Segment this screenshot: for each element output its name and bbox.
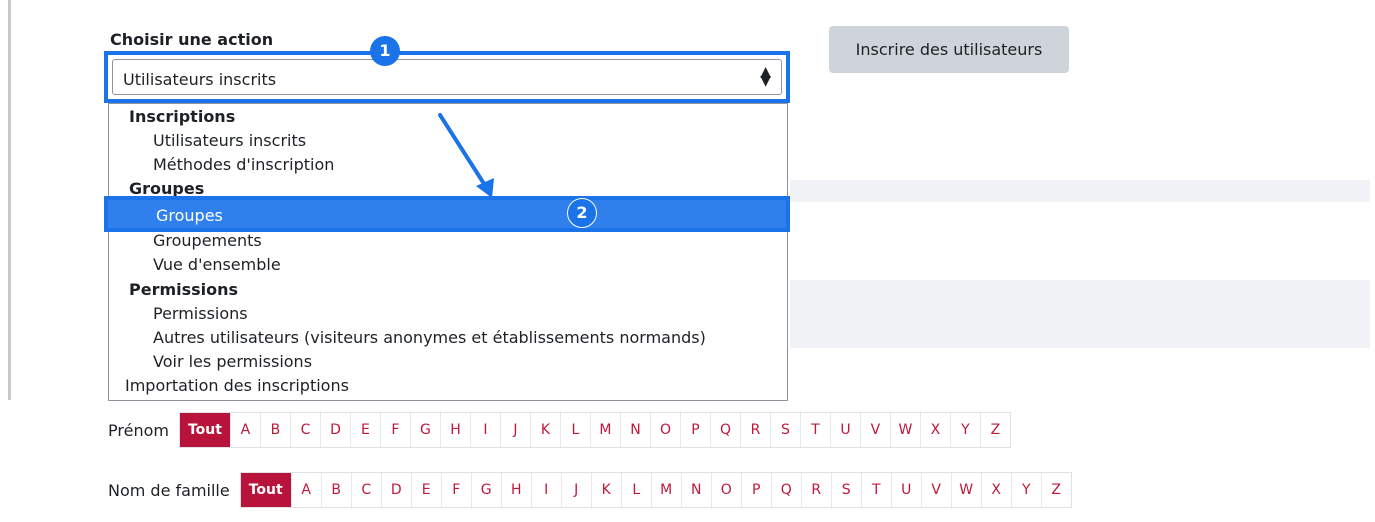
first-name-letter[interactable]: U (829, 413, 860, 447)
first-name-letter[interactable]: A (229, 413, 260, 447)
first-name-letter[interactable]: C (289, 413, 320, 447)
option-overview[interactable]: Vue d'ensemble (109, 253, 787, 277)
arrow-icon (438, 113, 494, 198)
first-name-letter[interactable]: T (799, 413, 830, 447)
last-name-letter[interactable]: P (740, 473, 771, 507)
first-name-letter[interactable]: D (319, 413, 350, 447)
enrol-users-button[interactable]: Inscrire des utilisateurs (829, 26, 1069, 73)
last-name-letter[interactable]: N (680, 473, 711, 507)
action-select-value: Utilisateurs inscrits (123, 70, 277, 89)
option-other-users[interactable]: Autres utilisateurs (visiteurs anonymes … (109, 326, 787, 350)
last-name-letter[interactable]: Q (770, 473, 801, 507)
first-name-letter[interactable]: K (529, 413, 560, 447)
first-name-letter[interactable]: S (769, 413, 800, 447)
last-name-letter[interactable]: I (530, 473, 561, 507)
last-name-letter[interactable]: D (380, 473, 411, 507)
last-name-all[interactable]: Tout (240, 473, 291, 507)
last-name-letter[interactable]: Y (1010, 473, 1041, 507)
first-name-letter[interactable]: J (499, 413, 530, 447)
action-select-label: Choisir une action (110, 30, 274, 49)
option-groupes-label: Groupes (156, 206, 223, 225)
last-name-letter[interactable]: E (410, 473, 441, 507)
first-name-letter[interactable]: H (439, 413, 470, 447)
last-name-letter[interactable]: G (470, 473, 501, 507)
first-name-letter[interactable]: G (409, 413, 440, 447)
action-select[interactable]: Utilisateurs inscrits ▲ ▼ (112, 59, 782, 95)
first-name-all[interactable]: Tout (179, 413, 230, 447)
last-name-letter[interactable]: H (500, 473, 531, 507)
first-name-letter[interactable]: V (859, 413, 890, 447)
last-name-letter[interactable]: B (320, 473, 351, 507)
step-badge-2: 2 (567, 198, 597, 228)
first-name-letter[interactable]: O (649, 413, 680, 447)
first-name-letter[interactable]: Q (709, 413, 740, 447)
step-badge-1: 1 (370, 36, 400, 66)
first-name-letter[interactable]: B (259, 413, 290, 447)
first-name-letter[interactable]: E (349, 413, 380, 447)
option-groupings[interactable]: Groupements (109, 229, 787, 253)
last-name-letter[interactable]: O (710, 473, 741, 507)
first-name-letter[interactable]: F (379, 413, 410, 447)
last-name-letter[interactable]: U (890, 473, 921, 507)
option-import-enrolments[interactable]: Importation des inscriptions (109, 374, 787, 398)
first-name-filter: Prénom Tout A B C D E F G H I J K L M N … (108, 412, 1011, 448)
last-name-letter[interactable]: J (560, 473, 591, 507)
action-select-highlight: Utilisateurs inscrits ▲ ▼ (104, 51, 790, 103)
first-name-letter[interactable]: Z (979, 413, 1010, 447)
last-name-letter[interactable]: Z (1040, 473, 1071, 507)
page-left-border (8, 0, 11, 400)
option-permissions[interactable]: Permissions (109, 302, 787, 326)
option-groupes-highlighted[interactable]: Groupes (104, 196, 790, 232)
last-name-letter[interactable]: R (800, 473, 831, 507)
first-name-letter[interactable]: X (919, 413, 950, 447)
background-table-header (790, 180, 1370, 202)
last-name-letters: Tout A B C D E F G H I J K L M N O P Q R… (239, 472, 1072, 508)
last-name-letter[interactable]: X (980, 473, 1011, 507)
first-name-letter[interactable]: W (889, 413, 920, 447)
first-name-letter[interactable]: M (589, 413, 620, 447)
last-name-letter[interactable]: L (620, 473, 651, 507)
first-name-letter[interactable]: I (469, 413, 500, 447)
optgroup-permissions: Permissions (129, 280, 239, 299)
last-name-letter[interactable]: V (920, 473, 951, 507)
first-name-letters: Tout A B C D E F G H I J K L M N O P Q R… (178, 412, 1011, 448)
last-name-letter[interactable]: W (950, 473, 981, 507)
first-name-letter[interactable]: P (679, 413, 710, 447)
option-check-permissions[interactable]: Voir les permissions (109, 350, 787, 374)
last-name-letter[interactable]: K (590, 473, 621, 507)
select-arrows-icon: ▲ ▼ (760, 64, 771, 89)
last-name-filter-label: Nom de famille (108, 480, 230, 500)
background-table-row (790, 280, 1370, 348)
last-name-letter[interactable]: M (650, 473, 681, 507)
first-name-filter-label: Prénom (108, 420, 169, 440)
last-name-filter: Nom de famille Tout A B C D E F G H I J … (108, 472, 1072, 508)
last-name-letter[interactable]: C (350, 473, 381, 507)
last-name-letter[interactable]: S (830, 473, 861, 507)
first-name-letter[interactable]: R (739, 413, 770, 447)
last-name-letter[interactable]: A (290, 473, 321, 507)
last-name-letter[interactable]: T (860, 473, 891, 507)
first-name-letter[interactable]: L (559, 413, 590, 447)
first-name-letter[interactable]: Y (949, 413, 980, 447)
first-name-letter[interactable]: N (619, 413, 650, 447)
last-name-letter[interactable]: F (440, 473, 471, 507)
